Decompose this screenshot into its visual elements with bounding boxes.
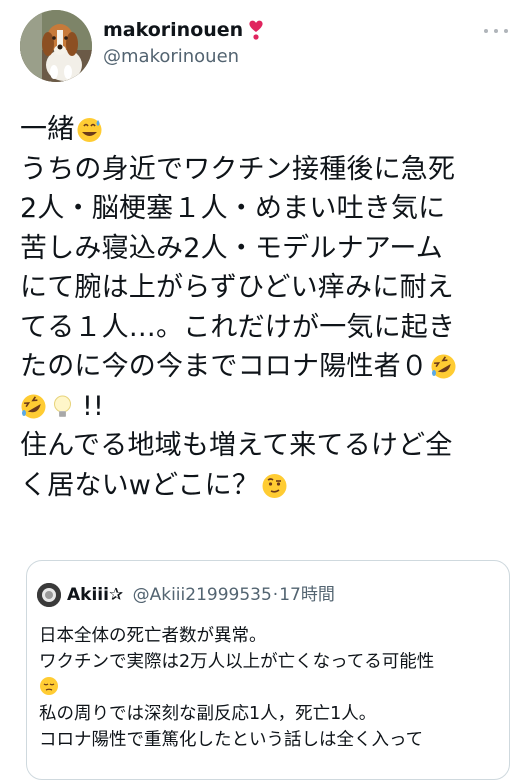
author-names[interactable]: makorinouen @makorinouen xyxy=(103,18,265,69)
quote-separator: · xyxy=(272,585,279,605)
red-heart-icon xyxy=(247,19,265,41)
quote-author-handle[interactable]: @Akiii21999535 xyxy=(133,585,272,605)
quote-line: コロナ陽性で重篤化したという話しは全く入って xyxy=(39,730,424,750)
tweet-line: 2人・脳梗塞１人・めまい吐き気に xyxy=(20,193,446,224)
grinning-sweat-emoji xyxy=(76,116,103,143)
author-display-name-row[interactable]: makorinouen xyxy=(103,18,265,42)
tweet[interactable]: makorinouen @makorinouen 一緒 うちの身近でワクチン接種… xyxy=(0,0,524,780)
quote-line: 日本全体の死亡者数が異常。 xyxy=(39,626,267,646)
tweet-line: く居ないwどこに？ xyxy=(20,466,510,506)
tweet-line: うちの身近でワクチン接種後に急死 xyxy=(20,153,456,185)
quote-line: ワクチンで実際は2万人以上が亡くなってる可能性 xyxy=(39,652,435,672)
pensive-emoji xyxy=(39,676,59,696)
quote-header[interactable]: Akiii✰ @Akiii21999535·17時間 xyxy=(67,583,335,607)
tweet-line: たのに今の今までコロナ陽性者０ xyxy=(20,347,510,387)
quote-author-name[interactable]: Akiii✰ xyxy=(67,585,123,605)
more-icon[interactable] xyxy=(484,26,508,36)
quote-author-avatar[interactable] xyxy=(37,583,61,607)
tweet-line: 住んでる地域も増えて来てるけど全 xyxy=(20,430,453,461)
author-display-name[interactable]: makorinouen xyxy=(103,18,243,42)
author-avatar[interactable] xyxy=(20,10,92,82)
tweet-text: 一緒 うちの身近でワクチン接種後に急死 2人・脳梗塞１人・めまい吐き気に 苦しみ… xyxy=(20,110,510,505)
rofl-emoji xyxy=(20,393,47,420)
quote-text: 日本全体の死亡者数が異常。 ワクチンで実際は2万人以上が亡くなってる可能性 私の… xyxy=(39,623,499,753)
quote-time[interactable]: 17時間 xyxy=(279,585,335,605)
rofl-emoji xyxy=(430,353,457,380)
quoted-tweet[interactable]: Akiii✰ @Akiii21999535·17時間 日本全体の死亡者数が異常。… xyxy=(26,560,510,780)
light-bulb-emoji xyxy=(49,393,76,420)
quote-line xyxy=(39,675,499,701)
tweet-line: !! xyxy=(20,387,510,427)
tweet-line: てる１人…。これだけが一気に起き xyxy=(20,311,456,343)
tweet-line: 苦しみ寝込み2人・モデルナアーム xyxy=(20,232,443,264)
tweet-line: にて腕は上がらずひどい痒みに耐え xyxy=(20,272,454,303)
author-handle[interactable]: @makorinouen xyxy=(103,45,265,69)
raised-eyebrow-emoji xyxy=(261,472,288,499)
tweet-line: 一緒 xyxy=(20,110,510,150)
quote-line: 私の周りでは深刻な副反応1人，死亡1人。 xyxy=(39,704,377,724)
